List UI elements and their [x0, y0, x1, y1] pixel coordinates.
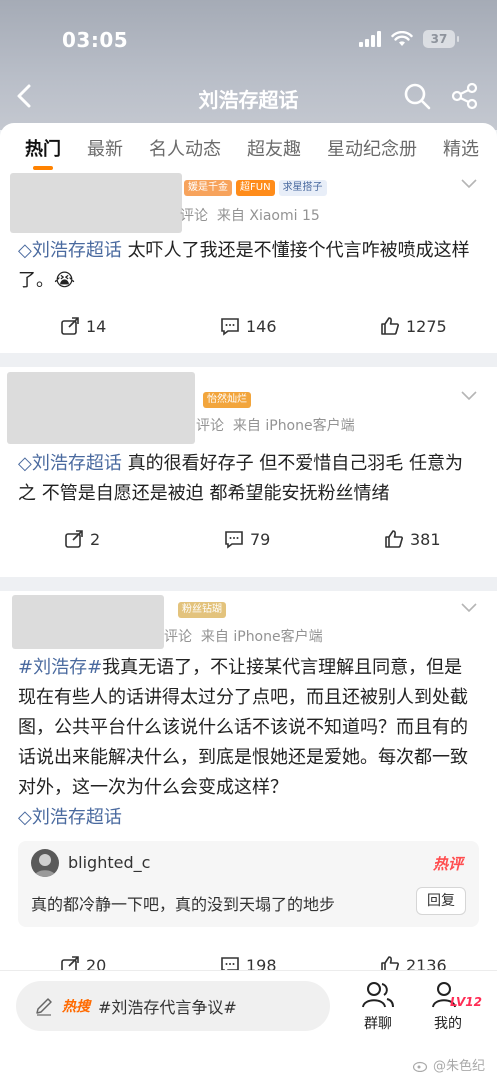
post-meta: 评论 来自 iPhone客户端	[196, 418, 355, 434]
tab-memorial[interactable]: 星动纪念册	[327, 135, 417, 161]
hot-comment[interactable]: blighted_c 热评 真的都冷静一下吧，真的没到天塌了的地步 回复	[18, 841, 479, 927]
post-card[interactable]: 怡然灿烂 评论 来自 iPhone客户端 ◇刘浩存超话 真的很看好存子 但不爱惜…	[0, 367, 497, 577]
share-icon[interactable]	[451, 82, 479, 110]
top-header: 03:05 37 刘浩存超话	[0, 0, 497, 130]
post-content: #刘浩存#我真无语了，不让接某代言理解且同意，但是现在有些人的话讲得太过分了点吧…	[18, 657, 468, 828]
repost-icon	[61, 317, 79, 335]
content-panel: 热门 最新 名人动态 超友趣 星动纪念册 精选 媛是千金 超FUN 求星搭子 评…	[0, 123, 497, 1080]
topic-link[interactable]: ◇刘浩存超话	[18, 453, 122, 474]
pencil-icon	[36, 998, 52, 1016]
post-meta: 评论 来自 iPhone客户端	[164, 629, 323, 645]
signal-icon	[359, 31, 381, 47]
tab-featured[interactable]: 精选	[443, 135, 479, 161]
tab-hot[interactable]: 热门	[25, 135, 61, 170]
post-actions: 2 79 381	[0, 529, 497, 557]
repost-button[interactable]: 14	[60, 316, 106, 336]
redacted-user-info	[10, 173, 182, 233]
comment-icon	[221, 318, 239, 336]
reply-button[interactable]: 回复	[416, 887, 466, 915]
mine-button[interactable]: LV12 我的	[428, 979, 482, 1033]
tab-latest[interactable]: 最新	[87, 135, 123, 161]
group-chat-icon	[362, 982, 394, 1008]
tab-celebrity[interactable]: 名人动态	[149, 135, 221, 161]
bottom-bar: 热搜 #刘浩存代言争议# 群聊 LV12 我的 @朱色纪	[0, 970, 497, 1080]
thumbs-up-icon	[381, 317, 399, 335]
chevron-down-icon[interactable]	[461, 391, 477, 401]
post-actions: 14 146 1275	[0, 316, 497, 344]
topic-link[interactable]: ◇刘浩存超话	[18, 807, 122, 828]
chevron-down-icon[interactable]	[461, 603, 477, 613]
repost-button[interactable]: 2	[64, 529, 100, 549]
hot-search-text: #刘浩存代言争议#	[98, 998, 237, 1017]
status-time: 03:05	[62, 28, 129, 52]
redacted-user-info	[7, 372, 195, 444]
fan-badge: 粉丝钻瑚	[178, 602, 226, 618]
wifi-icon	[391, 31, 413, 46]
avatar[interactable]	[31, 849, 59, 877]
level-badge: LV12	[450, 995, 482, 1009]
post-card[interactable]: 媛是千金 超FUN 求星搭子 评论 来自 Xiaomi 15 ◇刘浩存超话 太吓…	[0, 173, 497, 353]
post-content: ◇刘浩存超话 太吓人了我还是不懂接个代言咋被喷成这样了。😭	[18, 240, 470, 291]
fan-badge: 怡然灿烂	[203, 392, 251, 408]
redacted-user-info	[12, 595, 164, 649]
hashtag-link[interactable]: #刘浩存#	[18, 657, 102, 678]
fun-badge: 超FUN	[236, 180, 275, 196]
user-badges: 粉丝钻瑚	[178, 602, 226, 618]
search-icon[interactable]	[403, 82, 431, 110]
group-chat-button[interactable]: 群聊	[360, 979, 396, 1033]
weibo-logo-icon	[412, 1061, 428, 1072]
comment-button[interactable]: 79	[224, 529, 270, 549]
tab-fun[interactable]: 超友趣	[247, 135, 301, 161]
repost-icon	[65, 530, 83, 548]
battery-indicator: 37	[423, 30, 459, 48]
post-separator	[0, 577, 497, 591]
post-meta: 评论 来自 Xiaomi 15	[180, 208, 320, 224]
chevron-down-icon[interactable]	[461, 179, 477, 189]
group-chat-label: 群聊	[364, 1016, 392, 1032]
comment-input[interactable]: 热搜 #刘浩存代言争议#	[16, 981, 330, 1031]
fan-badge: 媛是千金	[184, 180, 232, 196]
tab-bar: 热门 最新 名人动态 超友趣 星动纪念册 精选	[0, 123, 497, 173]
star-buddy-badge: 求星搭子	[278, 180, 327, 196]
comment-text: 真的都冷静一下吧，真的没到天塌了的地步	[31, 895, 336, 914]
comment-button[interactable]: 146	[220, 316, 277, 336]
thumbs-up-icon	[385, 530, 403, 548]
status-icons: 37	[359, 30, 459, 48]
watermark: @朱色纪	[412, 1055, 485, 1074]
comment-username[interactable]: blighted_c	[68, 853, 150, 872]
post-separator	[0, 353, 497, 367]
like-button[interactable]: 381	[384, 529, 441, 549]
post-content: ◇刘浩存超话 真的很看好存子 但不爱惜自己羽毛 任意为之 不管是自愿还是被迫 都…	[18, 453, 464, 504]
like-button[interactable]: 1275	[380, 316, 447, 336]
user-badges: 怡然灿烂	[203, 392, 251, 408]
user-badges: 媛是千金 超FUN 求星搭子	[184, 180, 327, 196]
mine-label: 我的	[434, 1016, 462, 1032]
comment-icon	[225, 531, 243, 549]
post-card[interactable]: 粉丝钻瑚 评论 来自 iPhone客户端 #刘浩存#我真无语了，不让接某代言理解…	[0, 591, 497, 991]
hot-comment-tag: 热评	[432, 855, 463, 873]
topic-link[interactable]: ◇刘浩存超话	[18, 240, 122, 261]
hot-search-label: 热搜	[62, 999, 90, 1015]
